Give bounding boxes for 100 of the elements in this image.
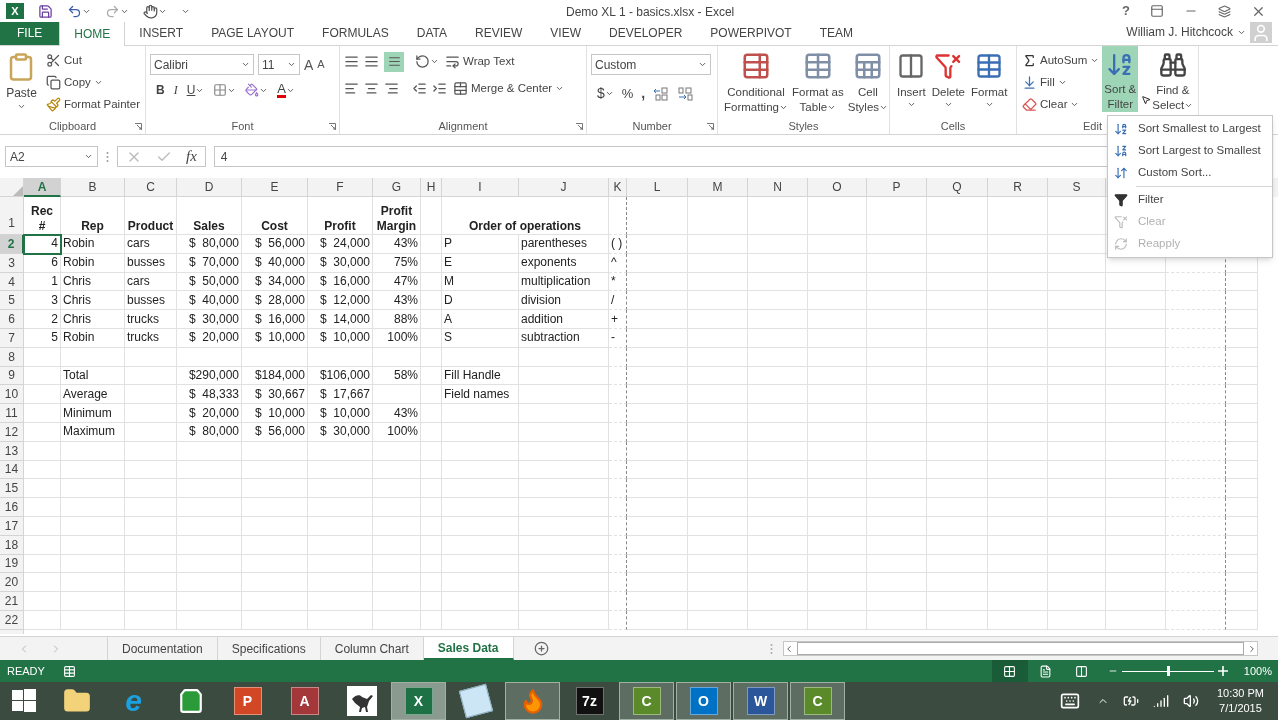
copy-button[interactable]: Copy xyxy=(44,72,141,93)
column-header[interactable]: K xyxy=(609,178,627,197)
taskbar-app[interactable]: 7z xyxy=(562,682,617,720)
column-header[interactable]: M xyxy=(688,178,748,197)
row-header[interactable]: 5 xyxy=(0,291,24,311)
row-header[interactable]: 15 xyxy=(0,479,24,499)
menu-item[interactable]: Sort Smallest to Largest xyxy=(1108,118,1272,140)
taskbar-app[interactable]: O xyxy=(676,682,731,720)
cells-button[interactable]: Format xyxy=(968,50,1011,118)
column-header[interactable]: F xyxy=(308,178,373,197)
style-button[interactable]: Conditional Formatting xyxy=(722,50,790,118)
column-header[interactable]: G xyxy=(373,178,421,197)
sort-filter-button[interactable]: Sort & Filter xyxy=(1102,46,1139,112)
percent-button[interactable]: % xyxy=(621,83,634,104)
column-header[interactable]: A xyxy=(24,178,61,197)
column-header[interactable]: L xyxy=(627,178,688,197)
clock[interactable]: 10:30 PM 7/1/2015 xyxy=(1212,686,1268,716)
row-header[interactable]: 6 xyxy=(0,310,24,329)
font-size-field[interactable]: 11 xyxy=(258,54,300,75)
taskbar-app[interactable]: C xyxy=(790,682,845,720)
table-cell: Fill Handle xyxy=(442,366,519,386)
table-cell: Total xyxy=(61,366,125,386)
ribbon-tab[interactable]: HOME xyxy=(59,21,126,46)
row-header[interactable]: 2 xyxy=(0,235,24,254)
column-header[interactable]: B xyxy=(61,178,125,197)
shrink-font-button[interactable]: A xyxy=(317,59,325,70)
style-button[interactable]: Cell Styles xyxy=(845,50,891,118)
underline-button[interactable]: U xyxy=(186,81,196,99)
column-header[interactable]: N xyxy=(748,178,808,197)
help-button[interactable]: ? xyxy=(1122,1,1130,21)
ribbon-tab[interactable]: TEAM xyxy=(805,21,868,45)
merge-center-button[interactable]: Merge & Center xyxy=(452,78,566,99)
table-cell: busses xyxy=(125,253,177,273)
ribbon-tab[interactable]: FORMULAS xyxy=(308,21,403,45)
insert-function-button[interactable]: fx xyxy=(186,145,197,168)
column-header[interactable]: I xyxy=(442,178,519,197)
sheet-tab[interactable]: Sales Data xyxy=(423,637,514,660)
app-icon: X xyxy=(404,687,433,715)
ribbon-tab[interactable]: POWERPIVOT xyxy=(696,21,806,45)
table-cell: ( ) xyxy=(609,235,627,254)
column-header[interactable]: Q xyxy=(927,178,988,197)
cut-button[interactable]: Cut xyxy=(44,50,141,71)
format-painter-button[interactable]: Format Painter xyxy=(44,94,141,115)
comma-button[interactable]: , xyxy=(641,83,646,104)
menu-item[interactable]: Filter xyxy=(1108,189,1272,211)
paste-button[interactable]: Paste xyxy=(4,50,39,118)
column-header[interactable]: H xyxy=(421,178,442,197)
file-tab[interactable]: FILE xyxy=(0,21,60,45)
row-header[interactable]: 10 xyxy=(0,385,24,405)
ribbon-tab[interactable]: DATA xyxy=(402,21,461,45)
row-header[interactable]: 16 xyxy=(0,498,24,517)
autosum-button[interactable]: AutoSum xyxy=(1021,50,1101,71)
column-header[interactable]: S xyxy=(1048,178,1106,197)
taskbar-app[interactable]: C xyxy=(619,682,674,720)
fill-button[interactable]: Fill xyxy=(1021,72,1101,93)
zoom-level[interactable]: 100% xyxy=(1243,662,1278,680)
currency-button[interactable]: $ xyxy=(597,83,605,104)
group-label: Cells xyxy=(940,118,966,134)
taskbar-app[interactable]: A xyxy=(277,682,332,720)
table-cell: D xyxy=(442,291,519,311)
taskbar-app[interactable]: X xyxy=(391,682,446,720)
cells-button[interactable]: Delete xyxy=(928,50,968,118)
column-header[interactable]: P xyxy=(867,178,927,197)
wrap-text-button[interactable]: Wrap Text xyxy=(444,51,516,72)
column-header[interactable]: J xyxy=(519,178,609,197)
number-format-field[interactable]: Custom xyxy=(591,54,711,75)
taskbar-app[interactable]: P xyxy=(220,682,275,720)
find-select-button[interactable]: Find & Select xyxy=(1150,50,1196,118)
column-header[interactable]: E xyxy=(242,178,308,197)
column-header[interactable]: D xyxy=(177,178,242,197)
column-header[interactable]: C xyxy=(125,178,177,197)
row-header[interactable]: 21 xyxy=(0,592,24,611)
user-name[interactable]: William J. Hitchcock xyxy=(1126,23,1233,41)
table-cell: 43% xyxy=(373,291,421,311)
taskbar-app[interactable]: W xyxy=(733,682,788,720)
font-name-field[interactable]: Calibri xyxy=(150,54,254,75)
browser-icon: e xyxy=(125,686,142,716)
row-header[interactable]: 1 xyxy=(0,197,24,235)
font-color-button[interactable]: A xyxy=(277,82,286,98)
app-logo[interactable]: X xyxy=(6,3,24,19)
clear-button[interactable]: Clear xyxy=(1021,94,1101,115)
style-button[interactable]: Format as Table xyxy=(789,50,846,118)
row-header[interactable]: 11 xyxy=(0,404,24,423)
italic-button[interactable]: I xyxy=(173,81,178,99)
grow-font-button[interactable]: A xyxy=(304,57,314,72)
ribbon-tab[interactable]: DEVELOPER xyxy=(595,21,697,45)
column-header[interactable]: O xyxy=(808,178,867,197)
table-cell: $106,000 xyxy=(308,366,373,386)
ribbon-tab[interactable]: REVIEW xyxy=(461,21,537,45)
ribbon-tab[interactable]: INSERT xyxy=(125,21,198,45)
ribbon-tab[interactable]: VIEW xyxy=(536,21,595,45)
table-cell: $ 30,000 xyxy=(308,253,373,273)
name-box[interactable]: A2 xyxy=(5,146,98,167)
ribbon-tab[interactable]: PAGE LAYOUT xyxy=(197,21,309,45)
table-cell: 88% xyxy=(373,310,421,329)
bold-button[interactable]: B xyxy=(156,81,165,99)
row-header[interactable]: 20 xyxy=(0,573,24,593)
column-header[interactable]: R xyxy=(988,178,1048,197)
cells-button[interactable]: Insert xyxy=(894,50,929,118)
table-cell: $ 34,000 xyxy=(242,272,308,292)
